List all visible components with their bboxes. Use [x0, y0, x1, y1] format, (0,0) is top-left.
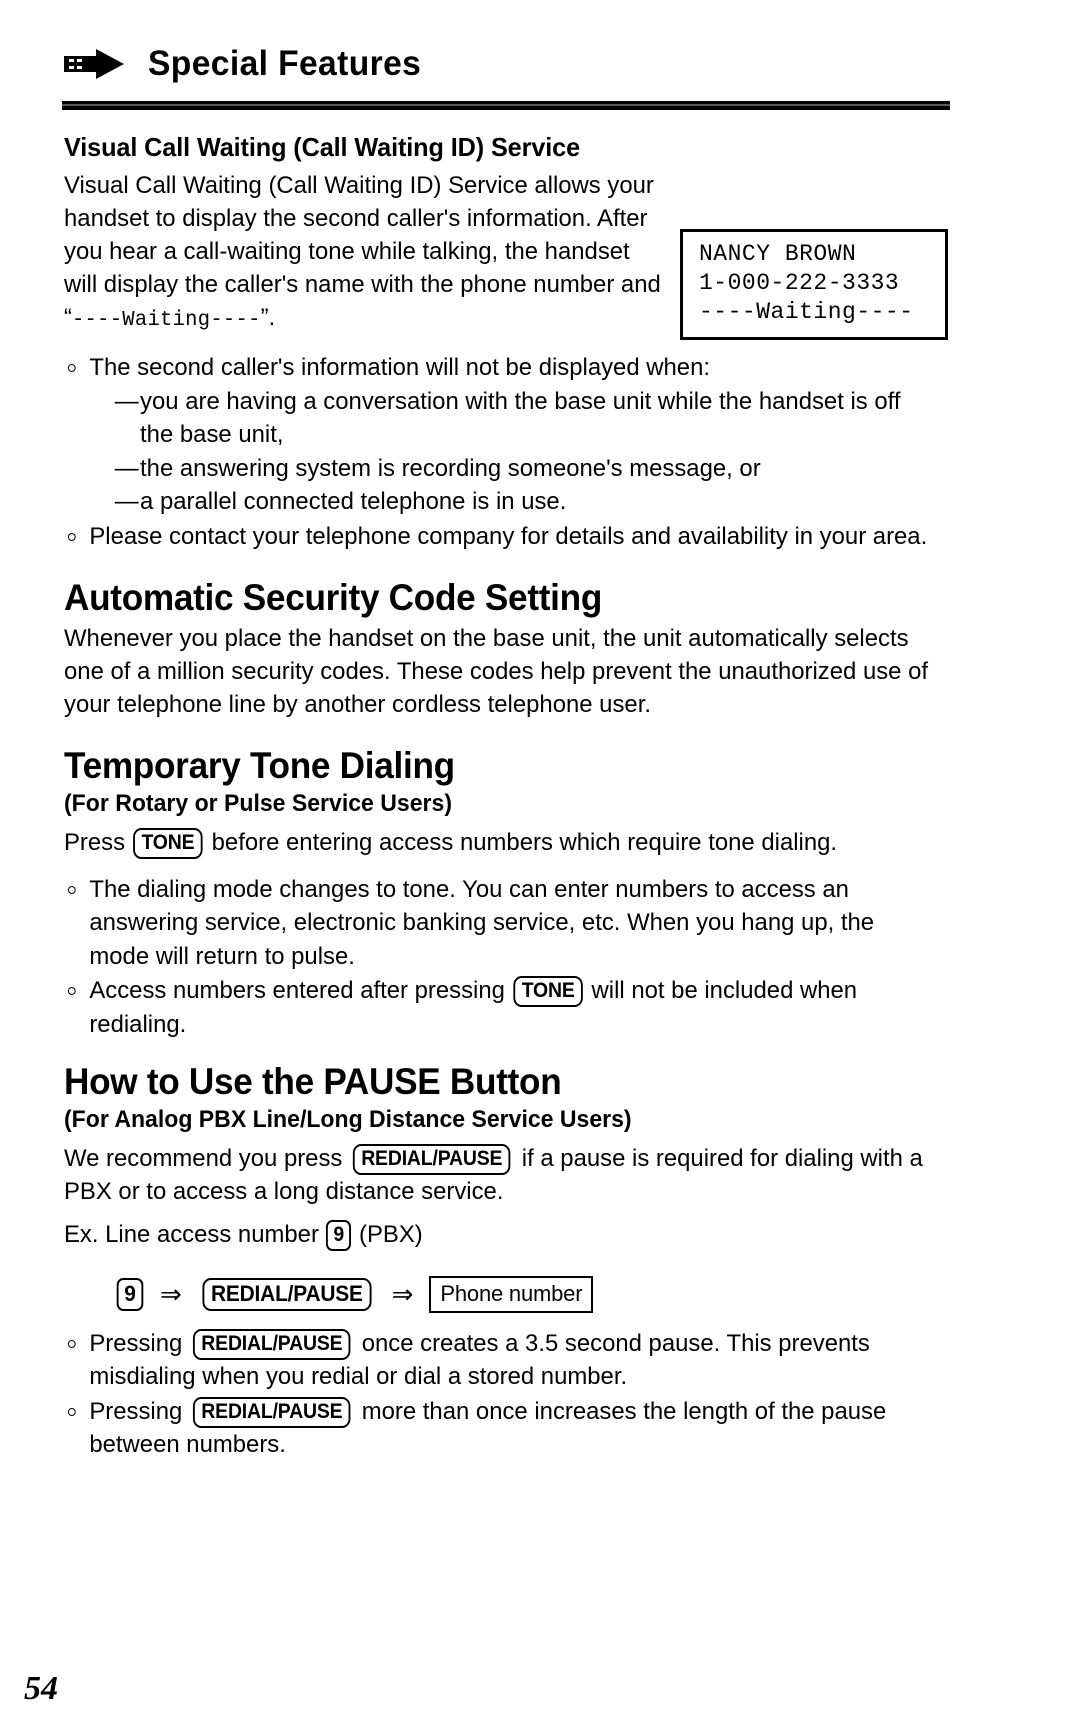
sub-bullet-text: the answering system is recording someon…: [140, 454, 761, 482]
bullet-dot-icon: [67, 1339, 76, 1348]
heading-temporary-tone-dialing: Temporary Tone Dialing: [64, 744, 455, 786]
bullet-dot-icon: [67, 987, 76, 996]
page-title: Special Features: [148, 44, 422, 83]
list-item: — a parallel connected telephone is in u…: [115, 485, 934, 519]
list-item: Please contact your telephone company fo…: [64, 520, 934, 554]
heading-visual-call-waiting: Visual Call Waiting (Call Waiting ID) Se…: [64, 132, 581, 162]
list-item: Pressing REDIAL/PAUSE once creates a 3.5…: [64, 1327, 934, 1394]
bullet-text: The dialing mode changes to tone. You ca…: [89, 875, 875, 970]
page-header: Special Features: [62, 44, 952, 84]
list-item: — the answering system is recording some…: [115, 452, 934, 486]
sub-bullet-text: you are having a conversation with the b…: [140, 387, 901, 449]
pause-button-bullets: Pressing REDIAL/PAUSE once creates a 3.5…: [64, 1327, 956, 1462]
bullet-dot-icon: [67, 1407, 76, 1416]
sub-bullet-text: a parallel connected telephone is in use…: [140, 488, 567, 515]
example-suffix: (PBX): [359, 1221, 423, 1249]
bullet-text: Please contact your telephone company fo…: [89, 522, 928, 550]
bullet-text: The second caller's information will not…: [89, 354, 711, 381]
visual-call-waiting-intro-block: Visual Call Waiting (Call Waiting ID) Se…: [64, 169, 956, 340]
em-dash-icon: —: [114, 454, 139, 482]
example-prefix: Ex. Line access number: [64, 1221, 319, 1249]
manual-page: Special Features Visual Call Waiting (Ca…: [0, 0, 1080, 1730]
lcd-line-caller-name: NANCY BROWN: [699, 241, 857, 267]
bullet-dot-icon: [67, 364, 76, 372]
bullet-text-prefix: Pressing: [89, 1329, 183, 1357]
em-dash-icon: —: [114, 387, 139, 415]
list-item: The second caller's information will not…: [64, 351, 934, 519]
tone-key-button[interactable]: TONE: [133, 827, 204, 859]
sequence-phone-number-box[interactable]: Phone number: [429, 1275, 594, 1313]
page-number: 54: [24, 1670, 58, 1707]
bullet-text-prefix: Access numbers entered after pressing: [89, 977, 505, 1005]
visual-call-waiting-bullets: The second caller's information will not…: [64, 351, 956, 553]
automatic-security-body: Whenever you place the handset on the ba…: [64, 624, 929, 718]
tone-key-button[interactable]: TONE: [513, 976, 584, 1008]
lcd-line-waiting-status: ----Waiting----: [699, 299, 914, 325]
em-dash-icon: —: [114, 488, 139, 515]
redial-pause-key-button[interactable]: REDIAL/PAUSE: [193, 1396, 351, 1428]
list-item: Pressing REDIAL/PAUSE more than once inc…: [64, 1395, 934, 1462]
subheading-analog-pbx-users: (For Analog PBX Line/Long Distance Servi…: [64, 1106, 632, 1134]
sequence-redial-pause-key[interactable]: REDIAL/PAUSE: [202, 1277, 372, 1311]
pause-recommend-line: We recommend you press REDIAL/PAUSE if a…: [64, 1142, 934, 1208]
heading-how-to-use-pause-button: How to Use the PAUSE Button: [64, 1061, 562, 1103]
redial-pause-key-button[interactable]: REDIAL/PAUSE: [193, 1328, 351, 1360]
intro-text-part2: ”.: [260, 304, 276, 331]
intro-text-part1: Visual Call Waiting (Call Waiting ID) Se…: [64, 172, 661, 331]
temporary-tone-bullets: The dialing mode changes to tone. You ca…: [64, 873, 956, 1042]
header-divider: [62, 101, 950, 110]
lcd-line-phone-number: 1-000-222-3333: [699, 270, 900, 296]
bullet-text-prefix: Pressing: [89, 1397, 183, 1425]
page-content: Visual Call Waiting (Call Waiting ID) Se…: [64, 132, 956, 1463]
intro-waiting-mono: ----Waiting----: [71, 309, 261, 332]
lcd-display-box: NANCY BROWN 1-000-222-3333 ----Waiting--…: [680, 229, 948, 340]
list-item: — you are having a conversation with the…: [115, 385, 934, 452]
redial-pause-key-button[interactable]: REDIAL/PAUSE: [353, 1144, 511, 1176]
press-suffix: before entering access numbers which req…: [211, 828, 838, 856]
bullet-dot-icon: [67, 885, 76, 894]
heading-automatic-security-code-setting: Automatic Security Code Setting: [64, 577, 603, 618]
subheading-rotary-pulse-users: (For Rotary or Pulse Service Users): [64, 789, 452, 817]
key-sequence-diagram: 9 ⇒ REDIAL/PAUSE ⇒ Phone number: [116, 1275, 956, 1313]
digit-9-key-button[interactable]: 9: [326, 1220, 352, 1252]
double-arrow-right-icon: ⇒: [391, 1279, 414, 1310]
visual-call-waiting-intro: Visual Call Waiting (Call Waiting ID) Se…: [64, 169, 664, 337]
list-item: Access numbers entered after pressing TO…: [64, 974, 934, 1041]
bullet-dot-icon: [67, 532, 76, 541]
press-prefix: Press: [64, 828, 126, 856]
double-arrow-right-icon: ⇒: [160, 1279, 182, 1310]
recommend-prefix: We recommend you press: [64, 1145, 343, 1173]
temporary-tone-press-line: Press TONE before entering access number…: [64, 826, 934, 859]
pause-example-line: Ex. Line access number 9 (PBX): [64, 1218, 934, 1252]
visual-call-waiting-sub-bullets: — you are having a conversation with the…: [89, 385, 933, 519]
sequence-digit-9-key[interactable]: 9: [116, 1277, 144, 1311]
right-arrow-icon: [64, 49, 124, 79]
list-item: The dialing mode changes to tone. You ca…: [64, 873, 934, 974]
